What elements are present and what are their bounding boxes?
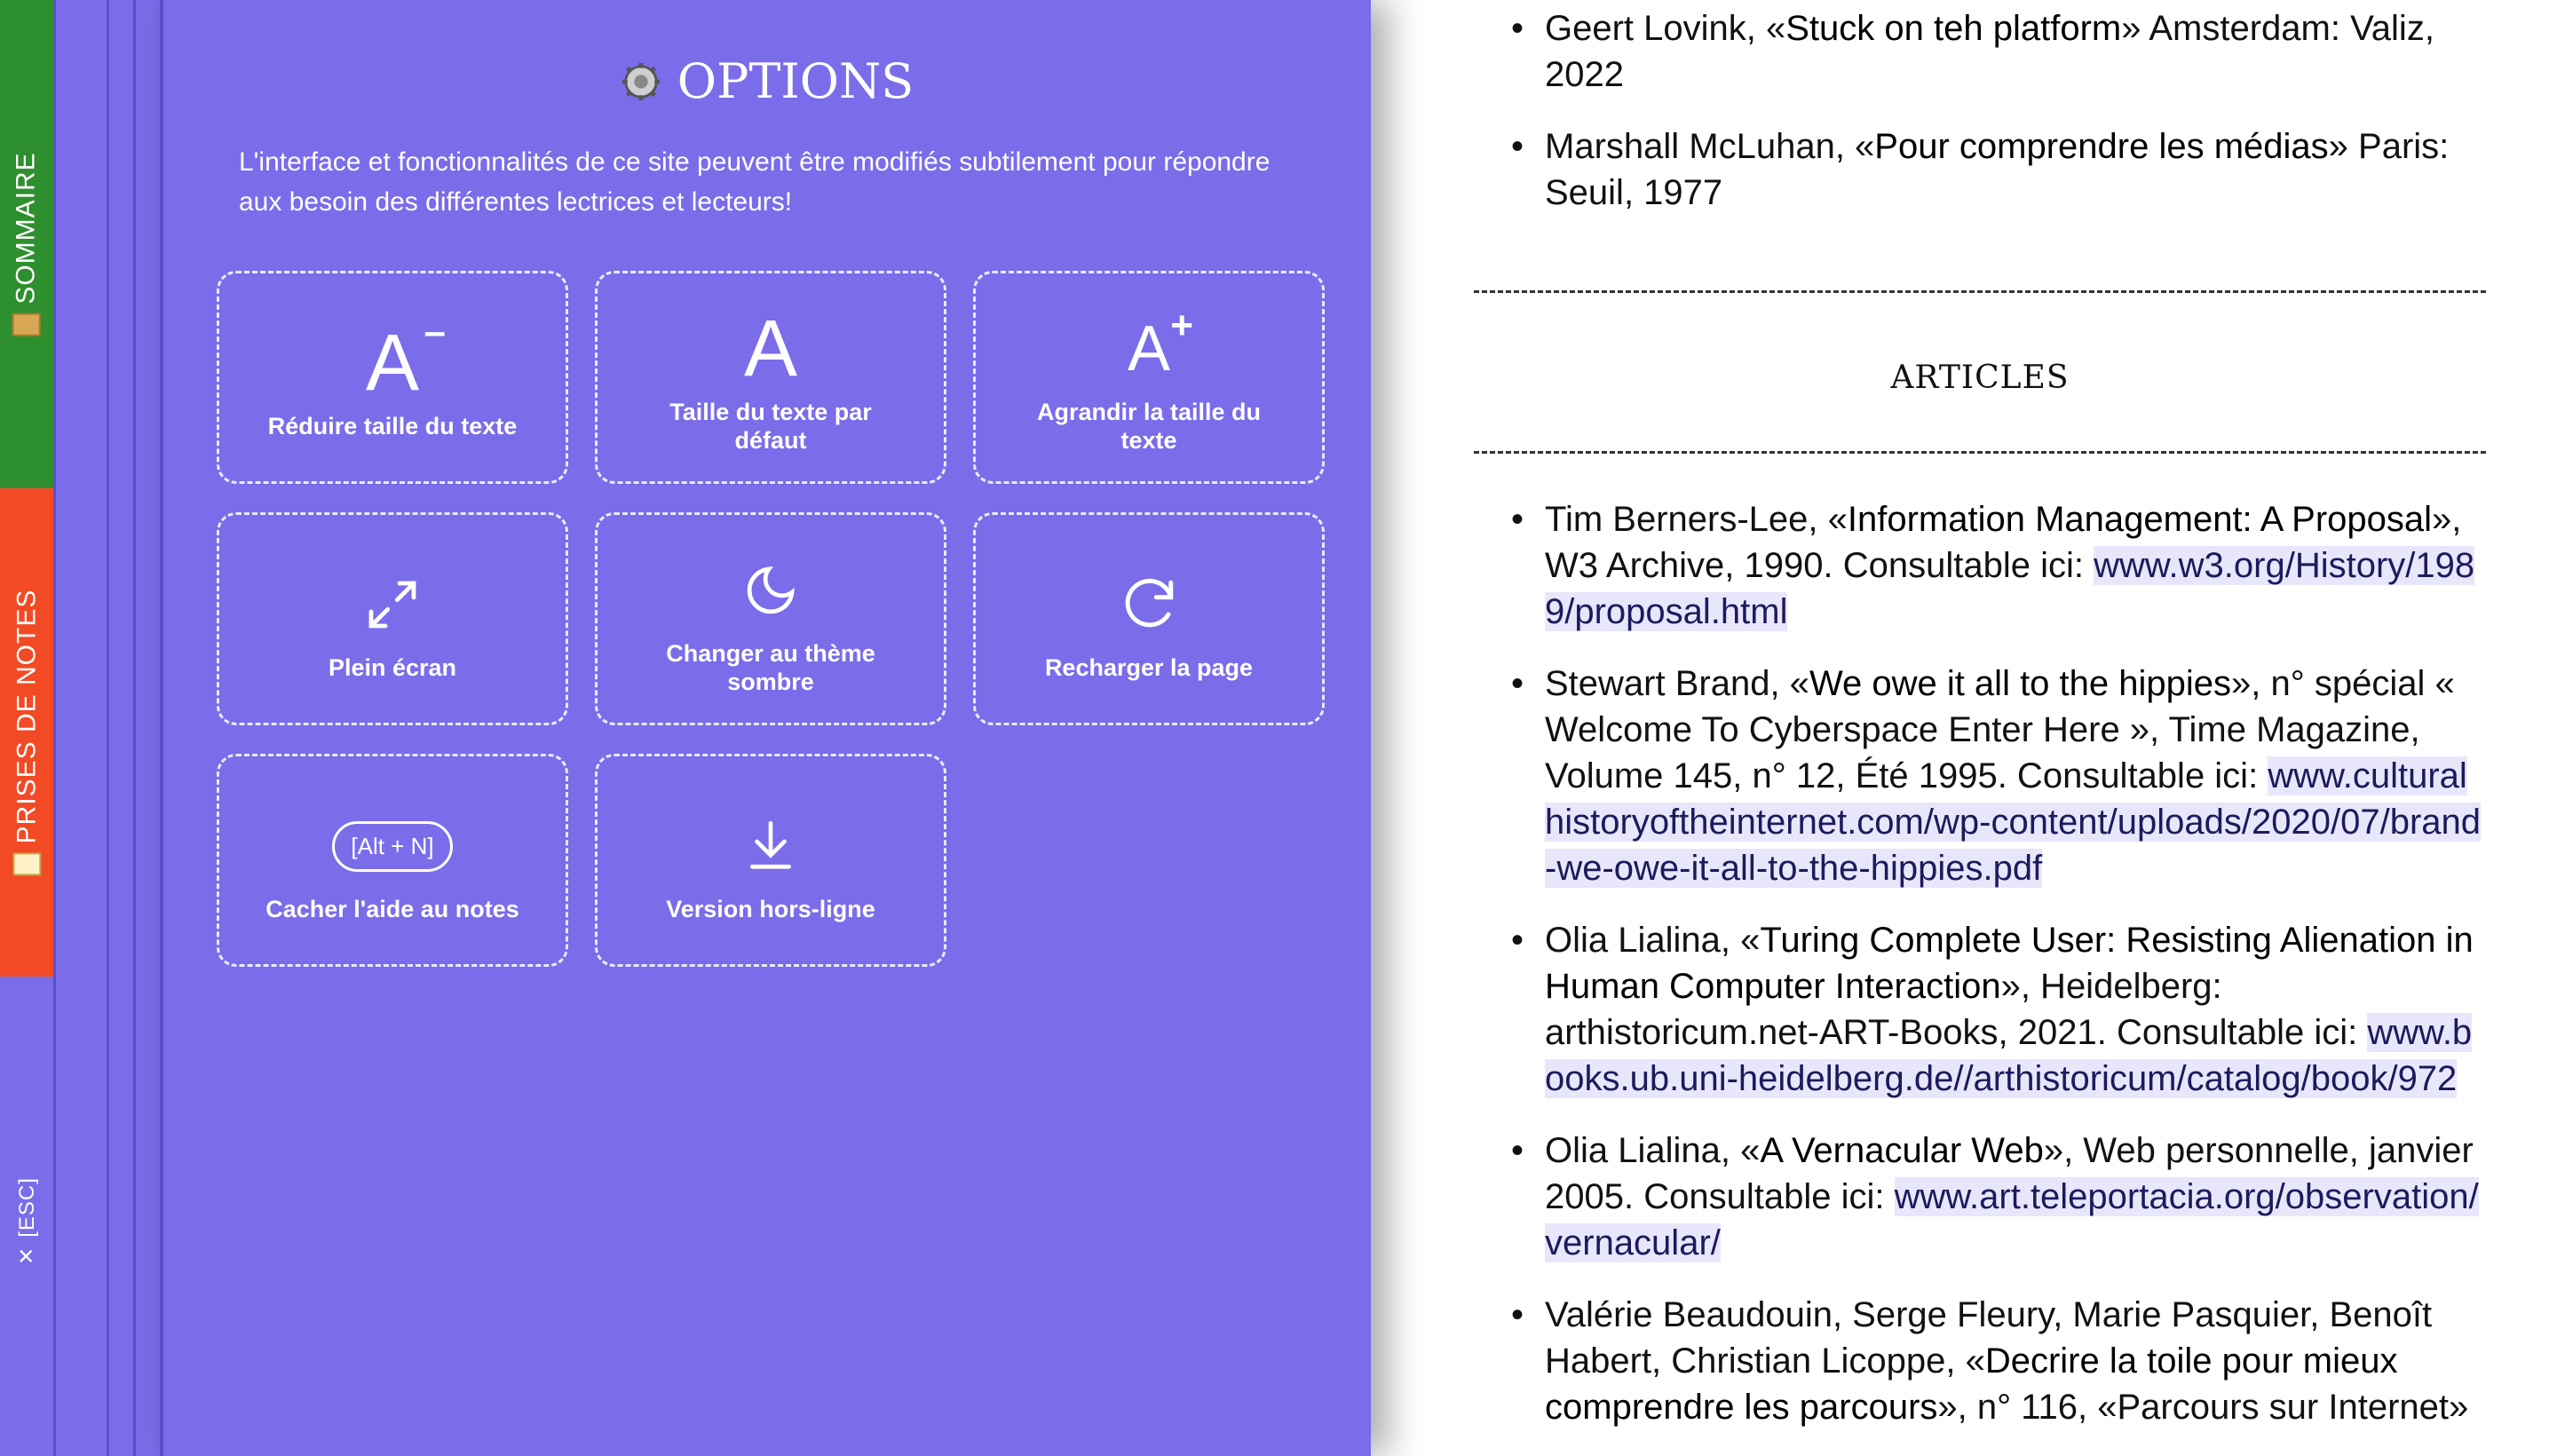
hide-notes-help-button[interactable]: [Alt + N] Cacher l'aide au notes bbox=[217, 754, 568, 967]
text-default-icon: A bbox=[743, 305, 798, 393]
tile-label: Recharger la page bbox=[1044, 654, 1254, 681]
articles-list: Tim Berners-Lee, «Information Management… bbox=[1474, 496, 2486, 1430]
options-panel: OPTIONS L'interface et fonctionnalités d… bbox=[160, 0, 1371, 1456]
tile-label: Taille du texte par défaut bbox=[669, 399, 872, 454]
sidebar-tab-notes-label: PRISES DE NOTES bbox=[12, 589, 42, 844]
download-icon bbox=[750, 820, 791, 869]
list-item: Tim Berners-Lee, «Information Management… bbox=[1511, 496, 2486, 635]
sidebar-tab-notes[interactable]: PRISES DE NOTES bbox=[0, 488, 53, 977]
moon-icon bbox=[747, 566, 795, 614]
tile-label: Cacher l'aide au notes bbox=[265, 896, 519, 922]
list-item: Valérie Beaudouin, Serge Fleury, Marie P… bbox=[1511, 1292, 2486, 1430]
book-icon bbox=[12, 313, 42, 336]
options-title-text: OPTIONS bbox=[677, 53, 914, 109]
list-item: Olia Lialina, «A Vernacular Web», Web pe… bbox=[1511, 1128, 2486, 1266]
section-title: ARTICLES bbox=[1890, 360, 2070, 396]
stacked-panel-edge bbox=[133, 0, 162, 1456]
increase-text-size-button[interactable]: A + Agrandir la taille du texte bbox=[973, 271, 1325, 484]
tile-label: Version hors-ligne bbox=[666, 896, 875, 922]
section-divider bbox=[1474, 451, 2486, 454]
options-grid: A – Réduire taille du texte A Taille du t… bbox=[217, 271, 1325, 967]
reload-icon bbox=[1125, 578, 1174, 628]
bibliography-content: Geert Lovink, «Stuck on teh platform» Am… bbox=[1474, 0, 2486, 1456]
tile-label: Réduire taille du texte bbox=[267, 413, 518, 439]
text-increase-icon: A + bbox=[1127, 304, 1194, 384]
close-icon: ✕ bbox=[14, 1246, 39, 1265]
tile-label: Changer au thème sombre bbox=[666, 640, 875, 695]
list-item: Olia Lialina, «Turing Complete User: Res… bbox=[1511, 917, 2486, 1102]
list-item: Marshall McLuhan, «Pour comprendre les m… bbox=[1511, 123, 2486, 216]
notepad-icon bbox=[12, 852, 42, 876]
decrease-text-size-button[interactable]: A – Réduire taille du texte bbox=[217, 271, 568, 484]
text-decrease-icon: A – bbox=[365, 310, 447, 408]
list-item: Stewart Brand, «We owe it all to the hip… bbox=[1511, 661, 2486, 891]
close-panel-button[interactable]: ✕ [ESC] bbox=[0, 977, 53, 1456]
esc-hint-label: [ESC] bbox=[14, 1177, 39, 1238]
keyboard-shortcut-badge: [Alt + N] bbox=[332, 820, 453, 872]
dark-theme-button[interactable]: Changer au thème sombre bbox=[595, 512, 946, 725]
default-text-size-button[interactable]: A Taille du texte par défaut bbox=[595, 271, 946, 484]
tile-label: Plein écran bbox=[328, 654, 457, 681]
reload-page-button[interactable]: Recharger la page bbox=[973, 512, 1325, 725]
gear-icon bbox=[621, 62, 660, 100]
expand-icon bbox=[368, 581, 416, 629]
sidebar-tab-sommaire-label: SOMMAIRE bbox=[12, 152, 42, 305]
stacked-panel-edge bbox=[53, 0, 109, 1456]
options-description: L'interface et fonctionnalités de ce sit… bbox=[239, 147, 1271, 217]
offline-version-button[interactable]: Version hors-ligne bbox=[595, 754, 946, 967]
sidebar-tab-sommaire[interactable]: SOMMAIRE bbox=[0, 0, 53, 488]
list-item: Geert Lovink, «Stuck on teh platform» Am… bbox=[1511, 5, 2486, 98]
stacked-panel-edge bbox=[107, 0, 136, 1456]
options-title: OPTIONS bbox=[163, 53, 1371, 109]
fullscreen-button[interactable]: Plein écran bbox=[217, 512, 568, 725]
tile-label: Agrandir la taille du texte bbox=[1036, 399, 1262, 454]
books-list: Geert Lovink, «Stuck on teh platform» Am… bbox=[1474, 5, 2486, 216]
